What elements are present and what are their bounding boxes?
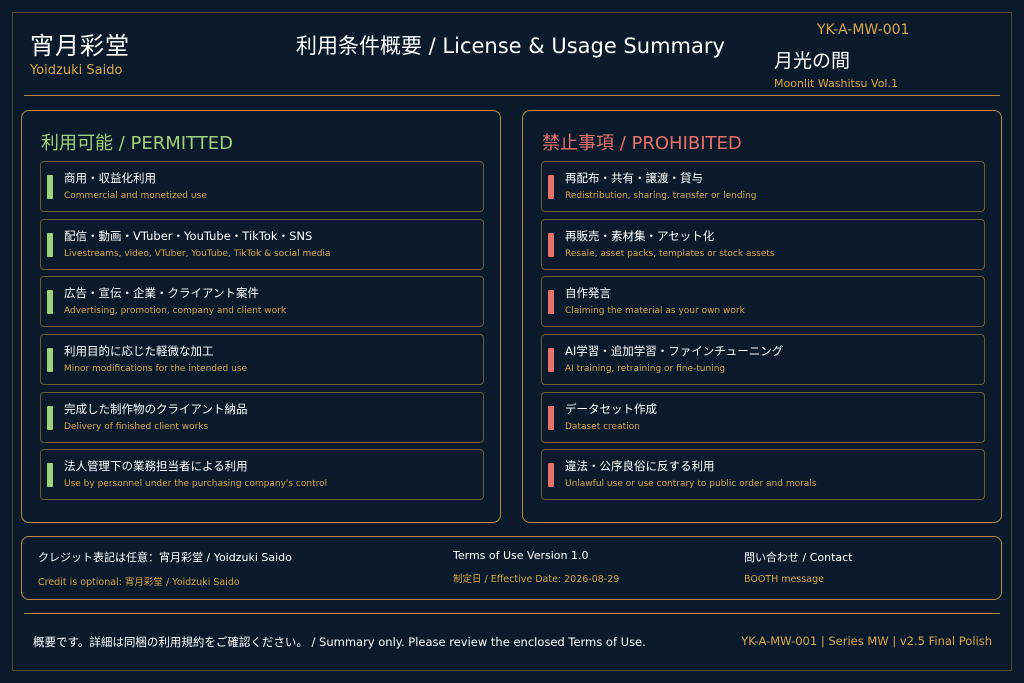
product-code: YK-A-MW-001: [817, 22, 910, 38]
brand-name-en: Yoidzuki Saido: [30, 63, 123, 78]
item-label-en: AI training, retraining or fine-tuning: [565, 364, 726, 374]
product-name-jp: 月光の間: [774, 50, 851, 72]
permitted-marker: [47, 348, 53, 372]
permitted-marker: [47, 406, 53, 430]
footer-divider: [24, 613, 1000, 614]
contact-block: 問い合わせ / Contact BOOTH message: [744, 549, 853, 585]
footer-note: 概要です。詳細は同梱の利用規約をご確認ください。 / Summary only.…: [33, 635, 646, 649]
item-label-en: Commercial and monetized use: [64, 191, 207, 201]
credit-text-en: Credit is optional: 宵月彩堂 / Yoidzuki Said…: [38, 577, 240, 588]
prohibited-item: 再配布・共有・譲渡・貸与 Redistribution, sharing, tr…: [541, 161, 985, 212]
item-label-jp: 再配布・共有・譲渡・貸与: [565, 171, 703, 185]
item-label-jp: データセット作成: [565, 402, 657, 416]
permitted-item: 利用目的に応じた軽微な加工 Minor modifications for th…: [40, 334, 484, 385]
header-divider: [24, 95, 1000, 96]
footer-meta: YK-A-MW-001 | Series MW | v2.5 Final Pol…: [741, 634, 992, 648]
item-label-en: Advertising, promotion, company and clie…: [64, 306, 287, 316]
item-label-jp: 広告・宣伝・企業・クライアント案件: [64, 286, 260, 300]
item-label-jp: 完成した制作物のクライアント納品: [64, 402, 248, 416]
prohibited-marker: [548, 290, 554, 314]
credit-text-jp: クレジット表記は任意：宵月彩堂 / Yoidzuki Saido: [38, 551, 292, 564]
terms-block: Terms of Use Version 1.0 制定日 / Effective…: [453, 549, 619, 585]
product-name-en: Moonlit Washitsu Vol.1: [774, 77, 898, 90]
brand-name-jp: 宵月彩堂: [30, 32, 130, 60]
item-label-en: Delivery of finished client works: [64, 422, 209, 432]
item-label-en: Resale, asset packs, templates or stock …: [565, 249, 775, 259]
item-label-jp: 配信・動画・VTuber・YouTube・TikTok・SNS: [64, 229, 313, 243]
permitted-panel: 利用可能 / PERMITTED 商用・収益化利用 Commercial and…: [21, 110, 501, 523]
permitted-marker: [47, 290, 53, 314]
item-label-en: Claiming the material as your own work: [565, 306, 745, 316]
item-label-jp: 商用・収益化利用: [64, 171, 156, 185]
permitted-item: 商用・収益化利用 Commercial and monetized use: [40, 161, 484, 212]
item-label-en: Dataset creation: [565, 422, 640, 432]
contact-method: BOOTH message: [744, 574, 824, 585]
prohibited-item: 再販売・素材集・アセット化 Resale, asset packs, templ…: [541, 219, 985, 270]
terms-version: Terms of Use Version 1.0: [453, 549, 589, 562]
contact-label: 問い合わせ / Contact: [744, 551, 853, 564]
permitted-item: 法人管理下の業務担当者による利用 Use by personnel under …: [40, 449, 484, 500]
brand-block: 宵月彩堂 Yoidzuki Saido: [30, 26, 130, 78]
info-panel: クレジット表記は任意：宵月彩堂 / Yoidzuki Saido Credit …: [21, 536, 1002, 600]
item-label-en: Livestreams, video, VTuber, YouTube, Tik…: [64, 249, 331, 259]
item-label-jp: AI学習・追加学習・ファインチューニング: [565, 344, 784, 358]
permitted-heading: 利用可能 / PERMITTED: [41, 133, 233, 154]
item-label-en: Unlawful use or use contrary to public o…: [565, 479, 817, 489]
effective-date: 制定日 / Effective Date: 2026-08-29: [453, 574, 620, 585]
item-label-jp: 自作発言: [565, 286, 611, 300]
page-title: 利用条件概要 / License & Usage Summary: [296, 34, 725, 58]
permitted-marker: [47, 233, 53, 257]
item-label-en: Minor modifications for the intended use: [64, 364, 248, 374]
item-label-jp: 法人管理下の業務担当者による利用: [64, 459, 248, 473]
prohibited-marker: [548, 463, 554, 487]
prohibited-marker: [548, 406, 554, 430]
permitted-item: 完成した制作物のクライアント納品 Delivery of finished cl…: [40, 392, 484, 443]
prohibited-heading: 禁止事項 / PROHIBITED: [542, 133, 742, 154]
prohibited-item: データセット作成 Dataset creation: [541, 392, 985, 443]
permitted-marker: [47, 175, 53, 199]
prohibited-marker: [548, 233, 554, 257]
prohibited-item: 自作発言 Claiming the material as your own w…: [541, 276, 985, 327]
prohibited-item: AI学習・追加学習・ファインチューニング AI training, retrai…: [541, 334, 985, 385]
prohibited-item: 違法・公序良俗に反する利用 Unlawful use or use contra…: [541, 449, 985, 500]
item-label-jp: 再販売・素材集・アセット化: [565, 229, 715, 243]
permitted-item: 広告・宣伝・企業・クライアント案件 Advertising, promotion…: [40, 276, 484, 327]
item-label-en: Use by personnel under the purchasing co…: [64, 479, 328, 489]
permitted-item: 配信・動画・VTuber・YouTube・TikTok・SNS Livestre…: [40, 219, 484, 270]
prohibited-panel: 禁止事項 / PROHIBITED 再配布・共有・譲渡・貸与 Redistrib…: [522, 110, 1002, 523]
product-block: 月光の間 Moonlit Washitsu Vol.1: [774, 46, 898, 90]
item-label-en: Redistribution, sharing, transfer or len…: [565, 191, 757, 201]
item-label-jp: 違法・公序良俗に反する利用: [565, 459, 715, 473]
prohibited-marker: [548, 175, 554, 199]
credit-block: クレジット表記は任意：宵月彩堂 / Yoidzuki Saido Credit …: [38, 549, 292, 588]
item-label-jp: 利用目的に応じた軽微な加工: [64, 344, 214, 358]
prohibited-marker: [548, 348, 554, 372]
permitted-marker: [47, 463, 53, 487]
